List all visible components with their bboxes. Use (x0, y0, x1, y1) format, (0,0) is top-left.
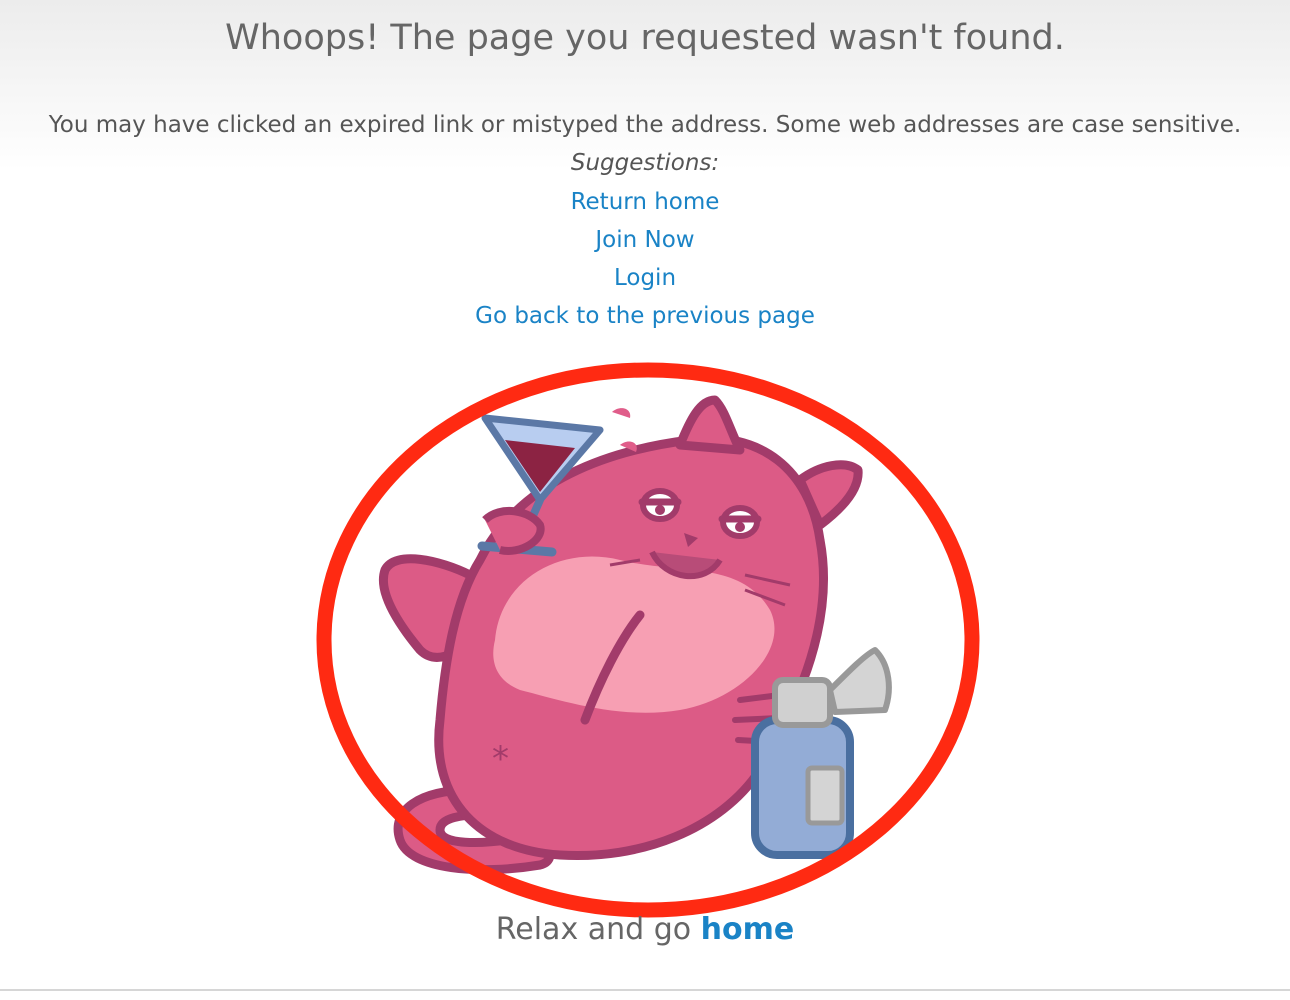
list-item: Login (0, 262, 1290, 300)
home-link[interactable]: home (701, 912, 795, 947)
cat-illustration: * (316, 362, 980, 918)
bottle-cap (827, 647, 892, 715)
list-item: Return home (0, 186, 1290, 224)
bottle-neck (772, 677, 833, 728)
previous-page-link[interactable]: Go back to the previous page (475, 303, 815, 329)
cat-belly (493, 556, 775, 713)
return-home-link[interactable]: Return home (571, 189, 720, 215)
cat-belly-star: * (492, 739, 509, 779)
page-title: Whoops! The page you requested wasn't fo… (225, 18, 1065, 58)
footer-text: Relax and go home (0, 912, 1290, 947)
cat-pupil-left (655, 505, 665, 515)
suggestions-heading: Suggestions: (570, 150, 720, 176)
join-now-link[interactable]: Join Now (595, 227, 694, 253)
list-item: Go back to the previous page (0, 300, 1290, 338)
bottle-label (805, 765, 845, 826)
footer-prefix: Relax and go (495, 912, 701, 947)
cat-pupil-right (735, 522, 745, 532)
suggestions-list: Return home Join Now Login Go back to th… (0, 186, 1290, 338)
splash-drop (612, 408, 631, 418)
list-item: Join Now (0, 224, 1290, 262)
login-link[interactable]: Login (614, 265, 676, 291)
bottom-divider (0, 989, 1290, 991)
cat-ear-left (675, 395, 745, 455)
error-message: You may have clicked an expired link or … (48, 112, 1242, 138)
